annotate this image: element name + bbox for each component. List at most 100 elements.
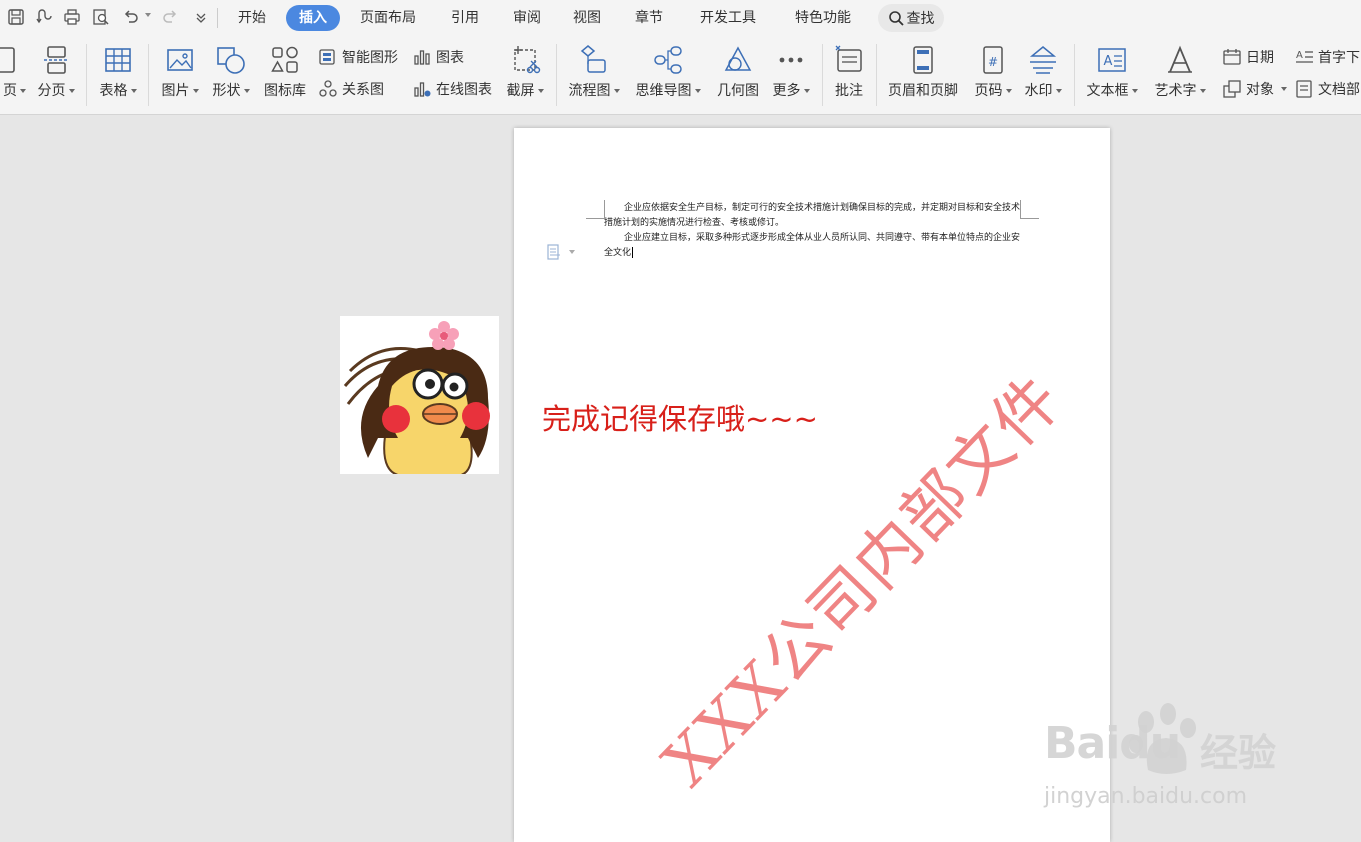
save-reminder-text[interactable]: 完成记得保存哦~~~ <box>542 396 818 438</box>
blank-page-button[interactable]: 页 <box>0 42 26 108</box>
ribbon-divider <box>822 44 823 106</box>
drop-cap-button[interactable]: A 首字下 <box>1294 46 1360 68</box>
page-number-button[interactable]: # 页码 <box>970 42 1016 108</box>
watermark-button[interactable]: 水印 <box>1020 42 1066 108</box>
geometry-label: 几何图 <box>717 83 759 99</box>
tab-developer-tools[interactable]: 开发工具 <box>690 5 766 31</box>
smart-graphic-icon <box>319 49 335 65</box>
output-icon[interactable] <box>32 6 56 28</box>
more-icon <box>775 44 807 76</box>
word-art-button[interactable]: 艺术字 <box>1148 42 1212 108</box>
picture-button[interactable]: 图片 <box>156 42 204 108</box>
menu-divider <box>217 8 218 28</box>
comment-label: 批注 <box>835 83 863 99</box>
tab-review[interactable]: 审阅 <box>502 5 552 31</box>
drop-cap-label: 首字下 <box>1318 50 1360 66</box>
text-box-button[interactable]: A 文本框 <box>1082 42 1142 108</box>
tab-references[interactable]: 引用 <box>440 5 490 31</box>
tab-view[interactable]: 视图 <box>562 5 612 31</box>
screenshot-label: 截屏 <box>506 83 535 99</box>
comment-icon <box>833 44 865 76</box>
document-paragraph-2[interactable]: 企业应建立目标，采取多种形式逐步形成全体从业人员所认同、共同遵守、带有本单位特点… <box>604 231 1022 261</box>
screenshot-icon <box>509 44 541 76</box>
doc-parts-button[interactable]: 文档部 <box>1294 78 1360 100</box>
search-icon <box>888 10 904 26</box>
more-button[interactable]: 更多 <box>768 42 814 108</box>
text-cursor <box>632 247 634 258</box>
crop-mark-top-right <box>1020 200 1039 219</box>
icon-library-button[interactable]: 图标库 <box>258 42 312 108</box>
document-page[interactable]: 企业应依据安全生产目标，制定可行的安全技术措施计划确保目标的完成，并定期对目标和… <box>514 128 1110 842</box>
chart-button[interactable]: 图表 <box>412 46 464 68</box>
mind-map-button[interactable]: 思维导图 <box>630 42 706 108</box>
duck-sticker-image[interactable] <box>340 316 499 477</box>
baidu-jingyan-watermark: Baidu 经验 jingyan.baidu.com <box>1040 700 1300 812</box>
screenshot-button[interactable]: 截屏 <box>500 42 550 108</box>
smart-graphic-button[interactable]: 智能图形 <box>318 46 398 68</box>
online-chart-button[interactable]: 在线图表 <box>412 78 492 100</box>
comment-button[interactable]: 批注 <box>828 42 870 108</box>
chart-label: 图表 <box>436 50 464 66</box>
header-footer-label: 页眉和页脚 <box>888 83 958 99</box>
word-art-label: 艺术字 <box>1154 83 1197 99</box>
mind-map-icon <box>652 44 684 76</box>
customize-toolbar-icon[interactable] <box>189 6 213 28</box>
shape-label: 形状 <box>212 83 241 99</box>
tab-home[interactable]: 开始 <box>228 5 276 31</box>
icon-library-icon <box>269 44 301 76</box>
header-footer-icon <box>907 44 939 76</box>
relation-diagram-button[interactable]: 关系图 <box>318 78 384 100</box>
redo-icon[interactable] <box>158 6 182 28</box>
undo-icon[interactable] <box>119 6 143 28</box>
save-icon[interactable] <box>4 6 28 28</box>
baidu-logo-text: Baidu <box>1044 718 1181 769</box>
date-label: 日期 <box>1246 50 1274 66</box>
table-button[interactable]: 表格 <box>94 42 142 108</box>
picture-label: 图片 <box>161 83 190 99</box>
ribbon-toolbar: 页 分页 表格 图片 形状 图标库 智能图形 图表 关系图 在线图表 截屏 流程… <box>0 36 1361 115</box>
page-break-label: 分页 <box>37 83 66 99</box>
shape-button[interactable]: 形状 <box>206 42 256 108</box>
baidu-url-text: jingyan.baidu.com <box>1044 784 1248 809</box>
flowchart-button[interactable]: 流程图 <box>564 42 624 108</box>
page-break-button[interactable]: 分页 <box>32 42 80 108</box>
online-chart-icon <box>414 82 431 97</box>
smart-graphic-label: 智能图形 <box>342 50 398 66</box>
undo-dropdown-icon[interactable] <box>145 13 151 17</box>
tab-special-features[interactable]: 特色功能 <box>784 5 862 31</box>
tab-insert[interactable]: 插入 <box>286 5 340 31</box>
online-chart-label: 在线图表 <box>436 82 492 98</box>
print-preview-icon[interactable] <box>89 6 113 28</box>
object-icon <box>1223 80 1241 98</box>
header-footer-button[interactable]: 页眉和页脚 <box>882 42 964 108</box>
table-icon <box>102 44 134 76</box>
flowchart-icon <box>578 44 610 76</box>
document-paragraph-1[interactable]: 企业应依据安全生产目标，制定可行的安全技术措施计划确保目标的完成，并定期对目标和… <box>604 201 1022 231</box>
text-box-label: 文本框 <box>1086 83 1129 99</box>
tab-page-layout[interactable]: 页面布局 <box>352 5 424 31</box>
table-label: 表格 <box>99 83 128 99</box>
ribbon-divider <box>1074 44 1075 106</box>
blank-page-icon <box>0 44 22 76</box>
crop-mark-top-left <box>586 200 605 219</box>
page-number-icon: # <box>977 44 1009 76</box>
geometry-icon <box>722 44 754 76</box>
svg-text:A: A <box>1104 54 1113 69</box>
geometry-button[interactable]: 几何图 <box>712 42 764 108</box>
text-box-icon: A <box>1096 44 1128 76</box>
search-button[interactable]: 查找 <box>878 4 944 32</box>
flowchart-label: 流程图 <box>568 83 611 99</box>
object-label: 对象 <box>1246 82 1274 98</box>
date-button[interactable]: 日期 <box>1222 46 1274 68</box>
tab-section[interactable]: 章节 <box>624 5 674 31</box>
date-icon <box>1223 49 1241 65</box>
print-icon[interactable] <box>60 6 84 28</box>
blank-page-label: 页 <box>3 83 17 99</box>
paragraph-layout-icon[interactable] <box>546 244 575 260</box>
ribbon-divider <box>86 44 87 106</box>
relation-diagram-icon <box>319 80 337 97</box>
word-art-icon <box>1164 44 1196 76</box>
menu-bar: 开始 插入 页面布局 引用 审阅 视图 章节 开发工具 特色功能 查找 <box>0 0 1361 36</box>
object-button[interactable]: 对象 <box>1222 78 1287 100</box>
picture-icon <box>164 44 196 76</box>
